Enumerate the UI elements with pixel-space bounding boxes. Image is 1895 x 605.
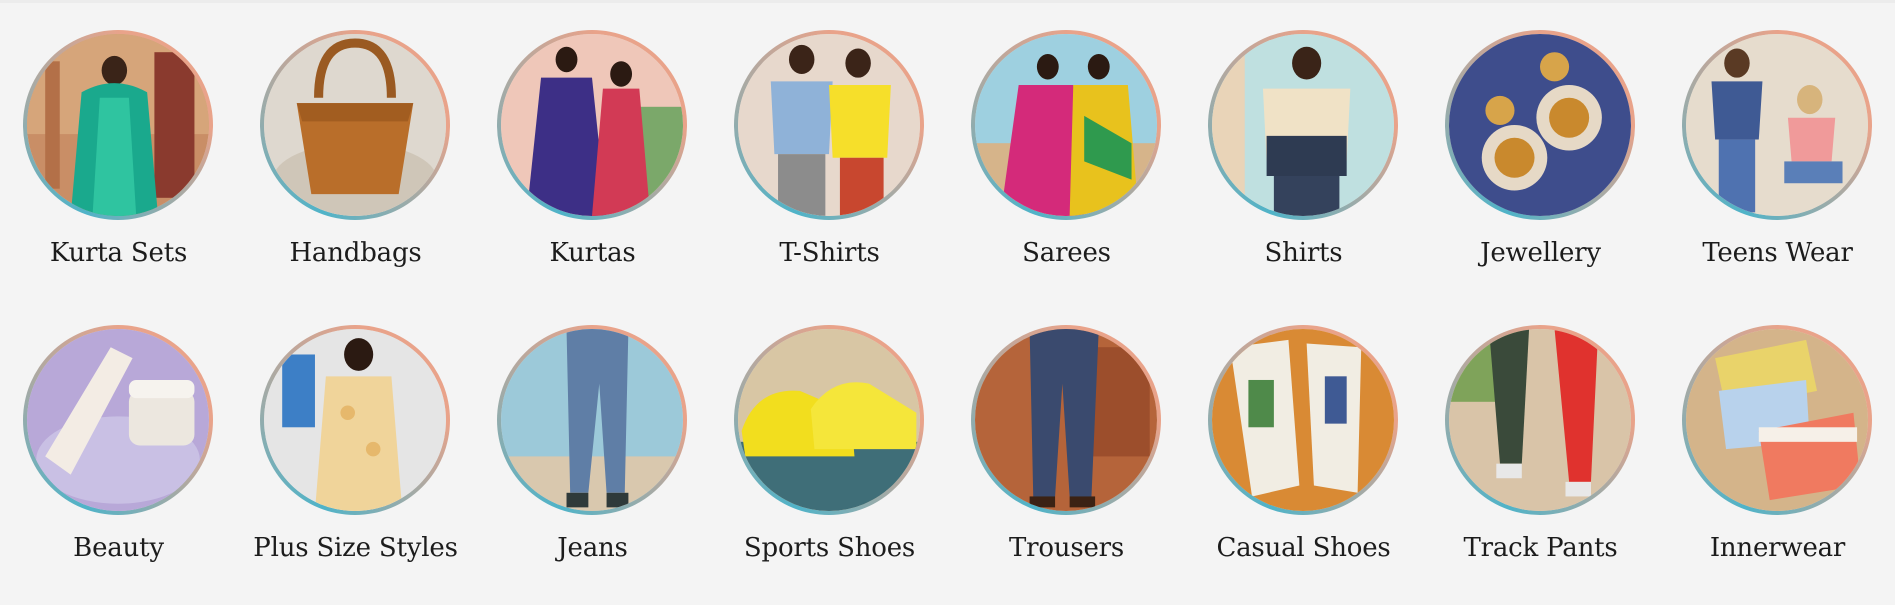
category-label: Kurta Sets	[49, 238, 188, 268]
category-image-ring	[1445, 325, 1635, 515]
category-image-ring	[260, 325, 450, 515]
category-tile-t-shirts[interactable]: T-Shirts	[711, 30, 948, 310]
jeans-image	[501, 329, 683, 511]
category-label: Jeans	[557, 533, 628, 563]
category-tile-kurtas[interactable]: Kurtas	[474, 30, 711, 310]
category-image-ring	[971, 325, 1161, 515]
kurta-sets-image	[27, 34, 209, 216]
category-label: Track Pants	[1463, 533, 1618, 563]
category-tile-kurta-sets[interactable]: Kurta Sets	[0, 30, 237, 310]
category-label: Trousers	[1008, 533, 1125, 563]
category-tile-track-pants[interactable]: Track Pants	[1422, 325, 1659, 605]
category-tile-innerwear[interactable]: Innerwear	[1659, 325, 1895, 605]
category-label: Shirts	[1264, 238, 1343, 268]
sarees-image	[975, 34, 1157, 216]
category-image-ring	[734, 30, 924, 220]
category-label: Casual Shoes	[1216, 533, 1391, 563]
track-pants-image	[1449, 329, 1631, 511]
category-image-ring	[1682, 325, 1872, 515]
teens-wear-image	[1686, 34, 1868, 216]
category-image-ring	[23, 30, 213, 220]
kurtas-image	[501, 34, 683, 216]
category-label: T-Shirts	[779, 238, 880, 268]
casual-shoes-image	[1212, 329, 1394, 511]
category-image-ring	[1445, 30, 1635, 220]
category-tile-teens-wear[interactable]: Teens Wear	[1659, 30, 1895, 310]
category-label: Sarees	[1022, 238, 1111, 268]
category-grid: Kurta Sets Handbags Kurtas T-Shirts Sare…	[0, 0, 1895, 585]
category-tile-handbags[interactable]: Handbags	[237, 30, 474, 310]
category-image-ring	[260, 30, 450, 220]
category-image-ring	[1208, 30, 1398, 220]
category-label: Plus Size Styles	[253, 533, 458, 563]
handbags-image	[264, 34, 446, 216]
jewellery-image	[1449, 34, 1631, 216]
category-image-ring	[1208, 325, 1398, 515]
category-image-ring	[497, 30, 687, 220]
category-label: Beauty	[73, 533, 164, 563]
category-image-ring	[734, 325, 924, 515]
innerwear-image	[1686, 329, 1868, 511]
category-tile-jewellery[interactable]: Jewellery	[1422, 30, 1659, 310]
category-image-ring	[497, 325, 687, 515]
trousers-image	[975, 329, 1157, 511]
category-image-ring	[23, 325, 213, 515]
category-label: Sports Shoes	[743, 533, 916, 563]
category-tile-trousers[interactable]: Trousers	[948, 325, 1185, 605]
category-label: Handbags	[289, 238, 422, 268]
category-tile-sports-shoes[interactable]: Sports Shoes	[711, 325, 948, 605]
shirts-image	[1212, 34, 1394, 216]
beauty-image	[27, 329, 209, 511]
category-image-ring	[971, 30, 1161, 220]
category-tile-shirts[interactable]: Shirts	[1185, 30, 1422, 310]
category-tile-plus-size-styles[interactable]: Plus Size Styles	[237, 325, 474, 605]
category-image-ring	[1682, 30, 1872, 220]
plus-size-styles-image	[264, 329, 446, 511]
category-tile-jeans[interactable]: Jeans	[474, 325, 711, 605]
t-shirts-image	[738, 34, 920, 216]
category-tile-sarees[interactable]: Sarees	[948, 30, 1185, 310]
category-label: Jewellery	[1480, 238, 1601, 268]
category-label: Teens Wear	[1702, 238, 1853, 268]
category-label: Kurtas	[549, 238, 636, 268]
category-tile-beauty[interactable]: Beauty	[0, 325, 237, 605]
sports-shoes-image	[738, 329, 920, 511]
category-tile-casual-shoes[interactable]: Casual Shoes	[1185, 325, 1422, 605]
category-label: Innerwear	[1709, 533, 1846, 563]
